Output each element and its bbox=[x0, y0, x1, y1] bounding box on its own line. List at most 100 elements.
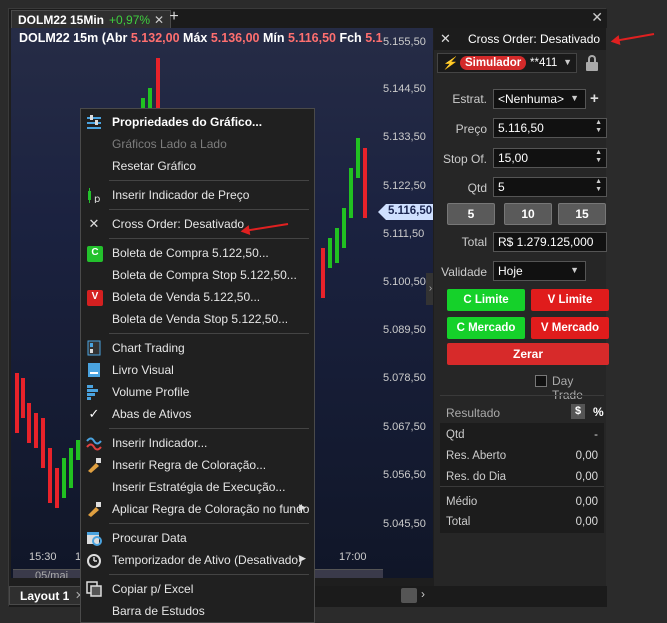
tab-dolm22[interactable]: DOLM22 15Min +0,97% ✕ bbox=[11, 10, 171, 28]
day-trade-checkbox[interactable] bbox=[535, 375, 547, 387]
menu-item-asset-timer[interactable]: Temporizador de Ativo (Desativado) ▶ bbox=[81, 549, 314, 571]
validity-select[interactable]: Hoje ▼ bbox=[493, 261, 586, 281]
spinner-icon[interactable]: ▲ ▼ bbox=[595, 178, 602, 194]
menu-item-label: Aplicar Regra de Coloração no fundo bbox=[112, 502, 310, 516]
candle bbox=[15, 373, 19, 433]
layout-tab[interactable]: Layout 1 bbox=[9, 586, 81, 605]
divider bbox=[440, 395, 604, 396]
result-value: 0,00 bbox=[575, 450, 598, 462]
menu-item-reset-chart[interactable]: Resetar Gráfico bbox=[81, 155, 314, 177]
order-panel: ✕ Cross Order: Desativado ⚡ Simulador **… bbox=[434, 28, 609, 586]
scroll-button[interactable] bbox=[401, 588, 417, 603]
chart-info: DOLM22 15m (Abr 5.132,00 Máx 5.136,00 Mí… bbox=[19, 31, 383, 45]
menu-item-label: Inserir Indicador de Preço bbox=[112, 188, 250, 202]
preco-label: Preço bbox=[455, 122, 487, 136]
account-selector[interactable]: ⚡ Simulador **411 ▼ bbox=[437, 53, 577, 73]
zero-position-button[interactable]: Zerar bbox=[447, 343, 609, 365]
candle bbox=[55, 468, 59, 508]
buy-market-button[interactable]: C Mercado bbox=[447, 317, 525, 339]
buy-limit-button[interactable]: C Limite bbox=[447, 289, 525, 311]
menu-item-study-bar[interactable]: Barra de Estudos bbox=[81, 600, 314, 622]
result-value: 0,00 bbox=[575, 516, 598, 528]
color-bg-icon bbox=[86, 501, 102, 517]
buy-icon: C bbox=[87, 246, 103, 262]
copy-icon bbox=[86, 581, 102, 597]
menu-item-copy-excel[interactable]: Copiar p/ Excel bbox=[81, 578, 314, 600]
menu-item-color-rule[interactable]: Inserir Regra de Coloração... bbox=[81, 454, 314, 476]
menu-item-buy-stop-ticket[interactable]: Boleta de Compra Stop 5.122,50... bbox=[81, 264, 314, 286]
total-value: R$ 1.279.125,000 bbox=[498, 235, 594, 249]
currency-toggle-button[interactable]: $ bbox=[571, 404, 585, 419]
chart-scroll-arrow-icon[interactable]: › bbox=[426, 273, 433, 305]
max-value: 5.136,00 bbox=[210, 31, 260, 45]
menu-item-visual-book[interactable]: Livro Visual bbox=[81, 359, 314, 381]
submenu-arrow-icon: ▶ bbox=[299, 553, 306, 563]
menu-item-label: Boleta de Compra Stop 5.122,50... bbox=[112, 268, 297, 282]
menu-item-label: Boleta de Compra 5.122,50... bbox=[112, 246, 269, 260]
menu-separator bbox=[109, 209, 309, 210]
strategy-value: <Nenhuma> bbox=[498, 92, 565, 106]
time-axis-label: 17:00 bbox=[339, 551, 367, 563]
menu-separator bbox=[109, 238, 309, 239]
fch-value: 5.1 bbox=[365, 31, 383, 45]
min-label: Mín bbox=[263, 31, 285, 45]
menu-item-chart-properties[interactable]: Propriedades do Gráfico... bbox=[81, 111, 314, 133]
stop-label: Stop Of. bbox=[442, 152, 487, 166]
abr-label: (Abr bbox=[101, 31, 128, 45]
candle bbox=[356, 138, 360, 178]
menu-item-label: Livro Visual bbox=[112, 363, 174, 377]
result-row: Total 0,00 bbox=[446, 516, 598, 528]
price-axis-label: 5.067,50 bbox=[383, 421, 426, 433]
spinner-icon[interactable]: ▲ ▼ bbox=[595, 119, 602, 135]
menu-item-sell-ticket[interactable]: V Boleta de Venda 5.122,50... bbox=[81, 286, 314, 308]
candle bbox=[363, 148, 367, 218]
quantity-input[interactable]: 5 ▲ ▼ bbox=[493, 177, 607, 197]
candle bbox=[349, 168, 353, 218]
percent-toggle-button[interactable]: % bbox=[593, 405, 604, 419]
window-close-icon[interactable]: ✕ bbox=[591, 9, 603, 26]
menu-separator bbox=[109, 523, 309, 524]
menu-item-insert-indicator[interactable]: Inserir Indicador... bbox=[81, 432, 314, 454]
menu-item-sell-stop-ticket[interactable]: Boleta de Venda Stop 5.122,50... bbox=[81, 308, 314, 330]
menu-separator bbox=[109, 333, 309, 334]
menu-item-color-background[interactable]: Aplicar Regra de Coloração no fundo ▶ bbox=[81, 498, 314, 520]
quick-qty-15-button[interactable]: 15 bbox=[558, 203, 606, 225]
cross-order-icon[interactable]: ✕ bbox=[440, 31, 451, 47]
menu-item-label: Inserir Estratégia de Execução... bbox=[112, 480, 286, 494]
lock-icon[interactable] bbox=[585, 55, 599, 71]
add-strategy-icon[interactable]: + bbox=[590, 90, 599, 107]
fch-label: Fch bbox=[339, 31, 362, 45]
menu-item-buy-ticket[interactable]: C Boleta de Compra 5.122,50... bbox=[81, 242, 314, 264]
strategy-select[interactable]: <Nenhuma> ▼ bbox=[493, 89, 586, 109]
spinner-icon[interactable]: ▲ ▼ bbox=[595, 149, 602, 165]
candle bbox=[41, 418, 45, 468]
menu-item-find-date[interactable]: Procurar Data bbox=[81, 527, 314, 549]
annotation-arrow-icon bbox=[614, 33, 655, 42]
candle bbox=[62, 458, 66, 498]
total-field: R$ 1.279.125,000 bbox=[493, 232, 607, 252]
sell-limit-button[interactable]: V Limite bbox=[531, 289, 609, 311]
price-axis-label: 5.056,50 bbox=[383, 469, 426, 481]
sell-market-button[interactable]: V Mercado bbox=[531, 317, 609, 339]
menu-item-volume-profile[interactable]: Volume Profile bbox=[81, 381, 314, 403]
quick-qty-5-button[interactable]: 5 bbox=[447, 203, 495, 225]
menu-item-price-indicator[interactable]: p Inserir Indicador de Preço bbox=[81, 184, 314, 206]
menu-item-label: Propriedades do Gráfico... bbox=[112, 115, 263, 129]
cross-order-icon: ✕ bbox=[88, 216, 100, 231]
menu-item-chart-trading[interactable]: Chart Trading bbox=[81, 337, 314, 359]
menu-separator bbox=[109, 428, 309, 429]
menu-item-asset-tabs[interactable]: ✓ Abas de Ativos bbox=[81, 403, 314, 425]
sliders-icon bbox=[86, 114, 102, 130]
menu-item-execution-strategy[interactable]: Inserir Estratégia de Execução... bbox=[81, 476, 314, 498]
menu-item-label: Boleta de Venda Stop 5.122,50... bbox=[112, 312, 289, 326]
add-tab-icon[interactable]: + bbox=[167, 8, 181, 26]
quick-qty-10-button[interactable]: 10 bbox=[504, 203, 552, 225]
result-heading: Resultado bbox=[446, 406, 501, 420]
current-price-marker: 5.116,50 bbox=[378, 204, 433, 220]
menu-item-label: Gráficos Lado a Lado bbox=[112, 137, 227, 151]
scroll-next-icon[interactable]: › bbox=[421, 587, 425, 601]
stop-offset-input[interactable]: 15,00 ▲ ▼ bbox=[493, 148, 607, 168]
tab-close-icon[interactable]: ✕ bbox=[154, 13, 164, 27]
price-input[interactable]: 5.116,50 ▲ ▼ bbox=[493, 118, 607, 138]
book-icon bbox=[86, 362, 102, 378]
